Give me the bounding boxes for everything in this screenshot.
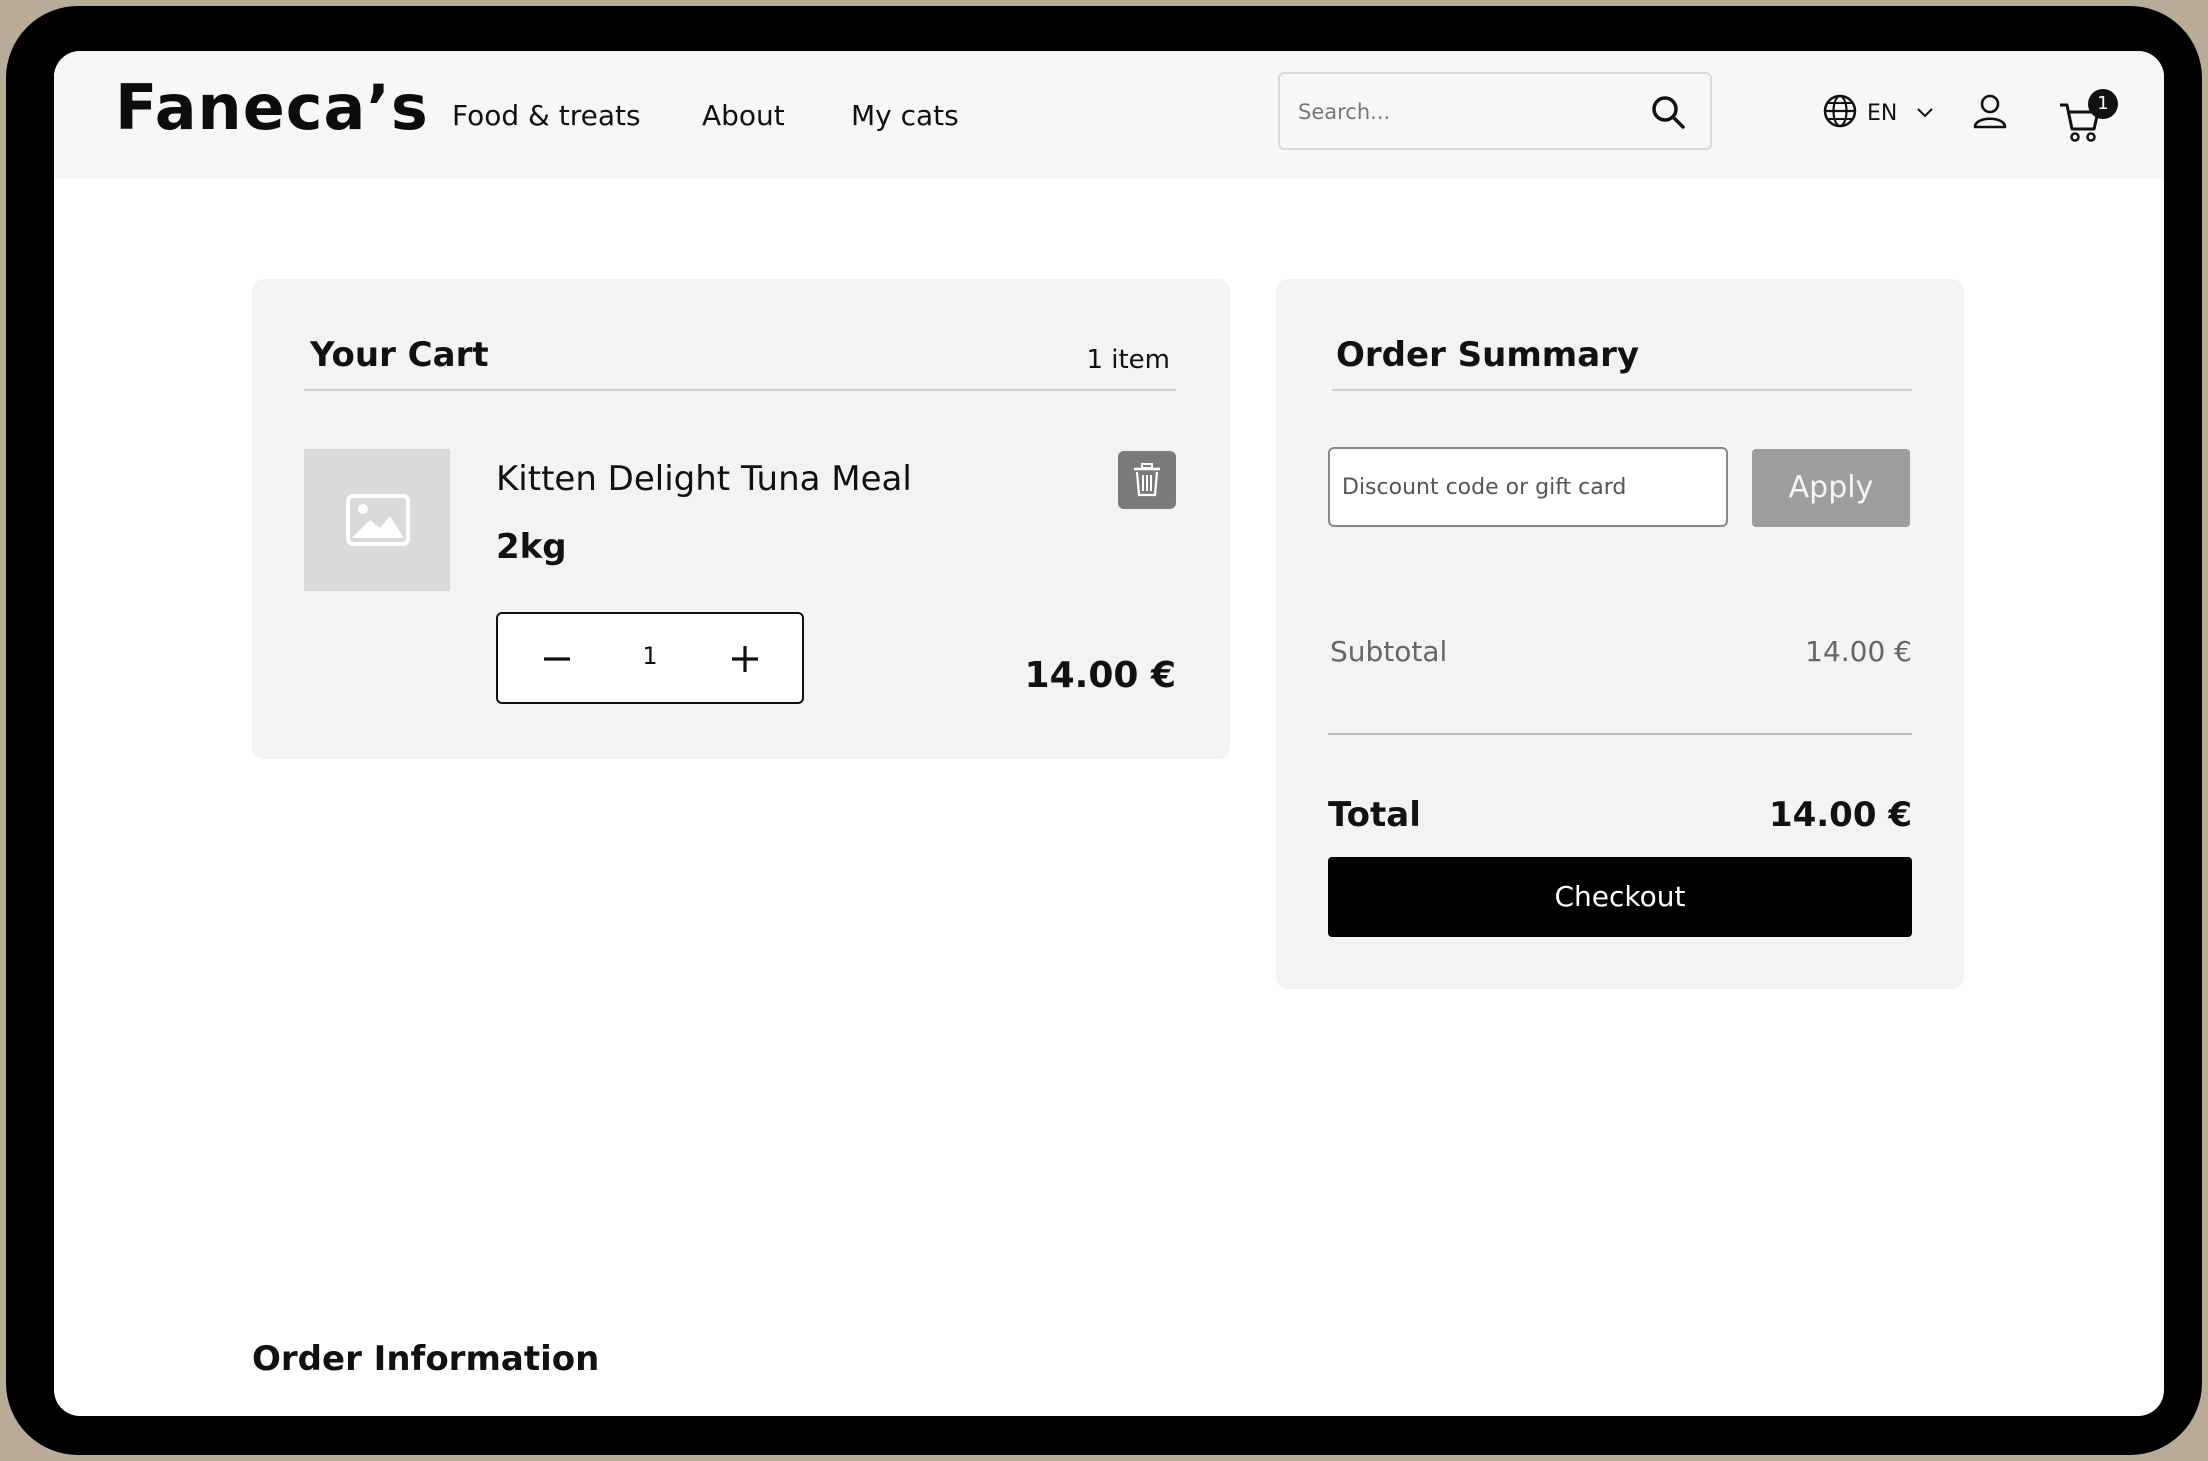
order-summary-panel: Order Summary Discount code or gift card… — [1276, 279, 1964, 989]
checkout-button[interactable]: Checkout — [1328, 857, 1912, 937]
product-name[interactable]: Kitten Delight Tuna Meal — [496, 459, 912, 499]
cart-title: Your Cart — [310, 335, 489, 375]
increase-quantity-icon[interactable] — [730, 644, 760, 674]
discount-placeholder: Discount code or gift card — [1342, 475, 1627, 500]
site-header: Faneca’s Food & treats About My cats Sea… — [54, 51, 2164, 179]
order-information-heading: Order Information — [252, 1339, 600, 1379]
search-input[interactable]: Search... — [1278, 72, 1712, 150]
total-value: 14.00 € — [1768, 795, 1912, 835]
image-placeholder-icon — [346, 494, 410, 546]
cart-divider — [304, 389, 1176, 391]
product-size: 2kg — [496, 527, 567, 567]
quantity-stepper: 1 — [496, 612, 804, 704]
screen: Faneca’s Food & treats About My cats Sea… — [54, 51, 2164, 1416]
nav-food-treats[interactable]: Food & treats — [452, 99, 641, 132]
cart-item-count: 1 item — [1086, 345, 1170, 375]
search-placeholder: Search... — [1298, 100, 1391, 124]
total-label: Total — [1328, 795, 1421, 835]
cart-panel: Your Cart 1 item Kitten Delight Tuna Mea… — [252, 279, 1230, 759]
summary-divider-middle — [1328, 733, 1912, 735]
nav-my-cats[interactable]: My cats — [851, 99, 959, 132]
user-icon[interactable] — [1972, 93, 2008, 129]
subtotal-value: 14.00 € — [1805, 635, 1912, 668]
search-icon[interactable] — [1650, 94, 1686, 130]
summary-divider-top — [1332, 389, 1912, 391]
trash-icon — [1134, 463, 1160, 497]
product-thumbnail[interactable] — [304, 449, 450, 591]
discount-code-input[interactable]: Discount code or gift card — [1328, 447, 1728, 527]
cart-count-badge: 1 — [2088, 89, 2118, 119]
item-price: 14.00 € — [1024, 655, 1176, 696]
language-code: EN — [1867, 101, 1898, 126]
remove-item-button[interactable] — [1118, 451, 1176, 509]
subtotal-label: Subtotal — [1330, 635, 1448, 668]
site-logo[interactable]: Faneca’s — [115, 71, 429, 144]
nav-about[interactable]: About — [702, 99, 785, 132]
cart-button[interactable]: 1 — [2058, 89, 2118, 149]
globe-icon — [1823, 94, 1857, 128]
order-summary-title: Order Summary — [1336, 335, 1640, 375]
apply-discount-button[interactable]: Apply — [1752, 449, 1910, 527]
tablet-frame: Faneca’s Food & treats About My cats Sea… — [6, 6, 2202, 1455]
chevron-down-icon — [1917, 108, 1933, 118]
